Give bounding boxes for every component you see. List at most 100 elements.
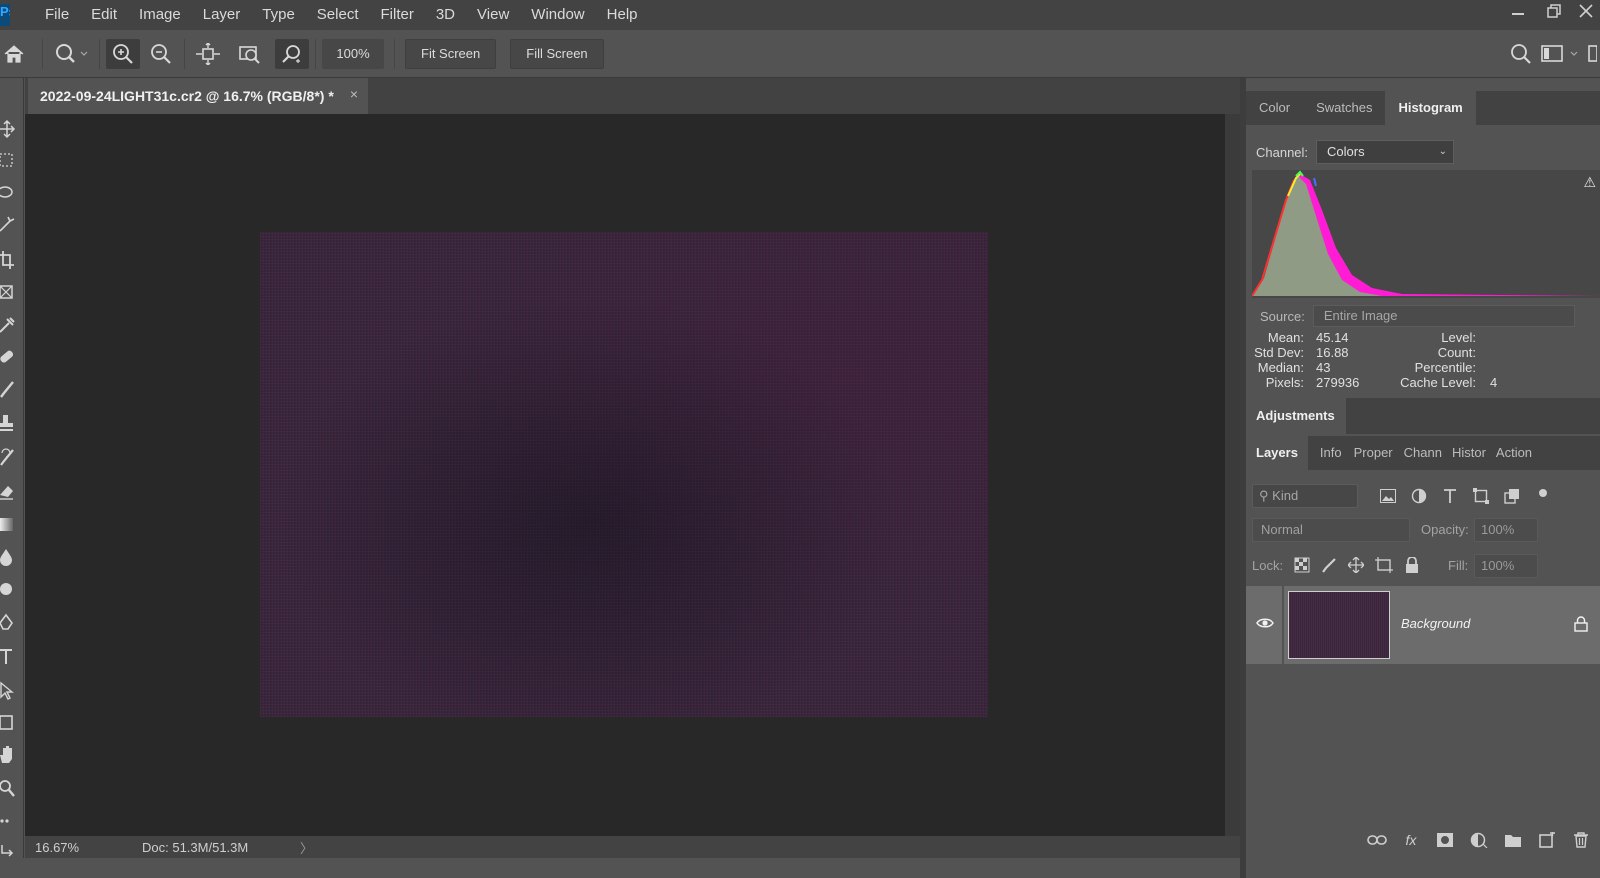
filter-toggle-button[interactable] bbox=[1527, 488, 1558, 504]
lock-transparent-pixels-icon[interactable] bbox=[1294, 557, 1310, 573]
minimize-button[interactable] bbox=[1500, 0, 1536, 22]
rectangle-tool[interactable] bbox=[0, 710, 22, 736]
add-mask-button[interactable] bbox=[1428, 832, 1462, 848]
blend-mode-select[interactable]: Normal bbox=[1252, 518, 1410, 542]
close-window-button[interactable] bbox=[1572, 0, 1600, 22]
share-button[interactable] bbox=[1582, 39, 1600, 69]
filter-smart-object-button[interactable] bbox=[1496, 488, 1527, 504]
menu-window[interactable]: Window bbox=[520, 0, 595, 30]
home-button[interactable] bbox=[0, 39, 28, 69]
status-doc-size: Doc: 51.3M/51.3M bbox=[142, 839, 249, 855]
pen-tool[interactable] bbox=[0, 610, 22, 636]
source-label: Source: bbox=[1260, 308, 1305, 324]
channel-select[interactable]: Colors ⌄ bbox=[1316, 140, 1455, 164]
tab-history[interactable]: Histor bbox=[1447, 436, 1491, 470]
history-brush-tool[interactable] bbox=[0, 444, 22, 470]
hand-tool[interactable] bbox=[0, 742, 22, 768]
delete-layer-button[interactable] bbox=[1564, 832, 1598, 848]
eraser-tool[interactable] bbox=[0, 478, 22, 504]
workspace-button[interactable] bbox=[1538, 39, 1582, 69]
tab-swatches[interactable]: Swatches bbox=[1303, 91, 1385, 125]
histogram-blue-peak bbox=[1313, 177, 1317, 187]
lock-image-pixels-icon[interactable] bbox=[1322, 557, 1338, 573]
menu-view[interactable]: View bbox=[466, 0, 520, 30]
close-tab-icon[interactable]: × bbox=[350, 86, 358, 102]
tab-histogram[interactable]: Histogram bbox=[1385, 91, 1476, 125]
fill-field[interactable]: 100% bbox=[1474, 554, 1538, 578]
tab-channels[interactable]: Chann bbox=[1399, 436, 1447, 470]
layer-kind-filter[interactable]: ⚲ Kind bbox=[1252, 484, 1358, 508]
resize-windows-button[interactable] bbox=[191, 39, 225, 69]
scrubby-zoom-button[interactable] bbox=[275, 38, 309, 69]
type-tool[interactable] bbox=[0, 644, 22, 670]
lock-position-icon[interactable] bbox=[1348, 557, 1364, 573]
dodge-tool[interactable] bbox=[0, 576, 22, 602]
zoom-in-button[interactable] bbox=[106, 38, 140, 69]
stat-value: 43 bbox=[1316, 360, 1331, 375]
zoom-percent-field[interactable]: 100% bbox=[322, 38, 384, 69]
status-zoom-level[interactable]: 16.67% bbox=[25, 840, 120, 855]
menu-file[interactable]: File bbox=[34, 0, 80, 30]
menu-3d[interactable]: 3D bbox=[425, 0, 466, 30]
document-tab[interactable]: 2022-09-24LIGHT31c.cr2 @ 16.7% (RGB/8*) … bbox=[28, 78, 368, 114]
zoom-all-windows-button[interactable] bbox=[233, 39, 267, 69]
path-selection-tool[interactable] bbox=[0, 678, 22, 704]
opacity-field[interactable]: 100% bbox=[1474, 518, 1538, 542]
fill-screen-button[interactable]: Fill Screen bbox=[510, 38, 604, 69]
filter-shape-button[interactable] bbox=[1465, 488, 1496, 504]
tab-layers[interactable]: Layers bbox=[1246, 436, 1308, 470]
vertical-scrollbar[interactable] bbox=[1225, 114, 1240, 836]
tab-properties[interactable]: Proper bbox=[1348, 436, 1399, 470]
healing-brush-tool[interactable] bbox=[0, 344, 22, 370]
document-image[interactable] bbox=[260, 232, 988, 717]
layer-thumbnail[interactable] bbox=[1288, 591, 1390, 659]
tab-color[interactable]: Color bbox=[1246, 91, 1303, 125]
source-select[interactable]: Entire Image bbox=[1312, 305, 1575, 327]
new-layer-button[interactable] bbox=[1530, 832, 1564, 848]
canvas-area[interactable] bbox=[25, 114, 1225, 836]
blur-tool[interactable] bbox=[0, 544, 22, 570]
toggle-dot-icon bbox=[1538, 489, 1547, 497]
zoom-tool[interactable] bbox=[0, 776, 22, 802]
crop-tool[interactable] bbox=[0, 248, 22, 274]
object-selection-tool[interactable] bbox=[0, 212, 22, 238]
filter-pixel-button[interactable] bbox=[1372, 489, 1403, 503]
menu-image[interactable]: Image bbox=[128, 0, 192, 30]
filter-adjustment-button[interactable] bbox=[1403, 488, 1434, 504]
add-layer-style-button[interactable]: fx bbox=[1394, 832, 1428, 848]
cache-warning-icon[interactable]: ⚠ bbox=[1583, 174, 1596, 191]
tab-info[interactable]: Info bbox=[1308, 436, 1348, 470]
marquee-tool[interactable] bbox=[0, 148, 22, 174]
menu-filter[interactable]: Filter bbox=[370, 0, 425, 30]
lock-artboard-icon[interactable] bbox=[1375, 557, 1393, 573]
new-group-button[interactable] bbox=[1496, 832, 1530, 848]
menu-select[interactable]: Select bbox=[306, 0, 370, 30]
zoom-tool-preset[interactable] bbox=[49, 39, 93, 69]
menu-edit[interactable]: Edit bbox=[80, 0, 128, 30]
eyedropper-tool[interactable] bbox=[0, 312, 22, 338]
status-info-menu[interactable]: 〉 bbox=[300, 838, 313, 857]
tab-adjustments[interactable]: Adjustments bbox=[1246, 398, 1346, 434]
tab-actions[interactable]: Action bbox=[1491, 436, 1537, 470]
restore-button[interactable] bbox=[1536, 0, 1572, 22]
frame-tool[interactable] bbox=[0, 280, 22, 306]
link-layers-button[interactable] bbox=[1360, 833, 1394, 847]
menu-help[interactable]: Help bbox=[596, 0, 649, 30]
move-tool[interactable] bbox=[0, 116, 22, 142]
lock-all-icon[interactable] bbox=[1405, 557, 1419, 573]
lasso-tool[interactable] bbox=[0, 180, 22, 206]
brush-tool[interactable] bbox=[0, 376, 22, 402]
menu-type[interactable]: Type bbox=[251, 0, 306, 30]
layer-row-background[interactable]: Background bbox=[1246, 586, 1600, 664]
layer-name[interactable]: Background bbox=[1401, 616, 1470, 631]
search-button[interactable] bbox=[1504, 39, 1538, 69]
new-adjustment-layer-button[interactable] bbox=[1462, 832, 1496, 848]
fit-screen-button[interactable]: Fit Screen bbox=[405, 38, 497, 69]
zoom-out-button[interactable] bbox=[144, 39, 178, 69]
clone-stamp-tool[interactable] bbox=[0, 410, 22, 436]
more-tools[interactable] bbox=[0, 808, 22, 834]
menu-layer[interactable]: Layer bbox=[192, 0, 252, 30]
filter-type-button[interactable] bbox=[1434, 488, 1465, 504]
visibility-eye-icon[interactable] bbox=[1256, 616, 1274, 630]
gradient-tool[interactable] bbox=[0, 512, 22, 538]
